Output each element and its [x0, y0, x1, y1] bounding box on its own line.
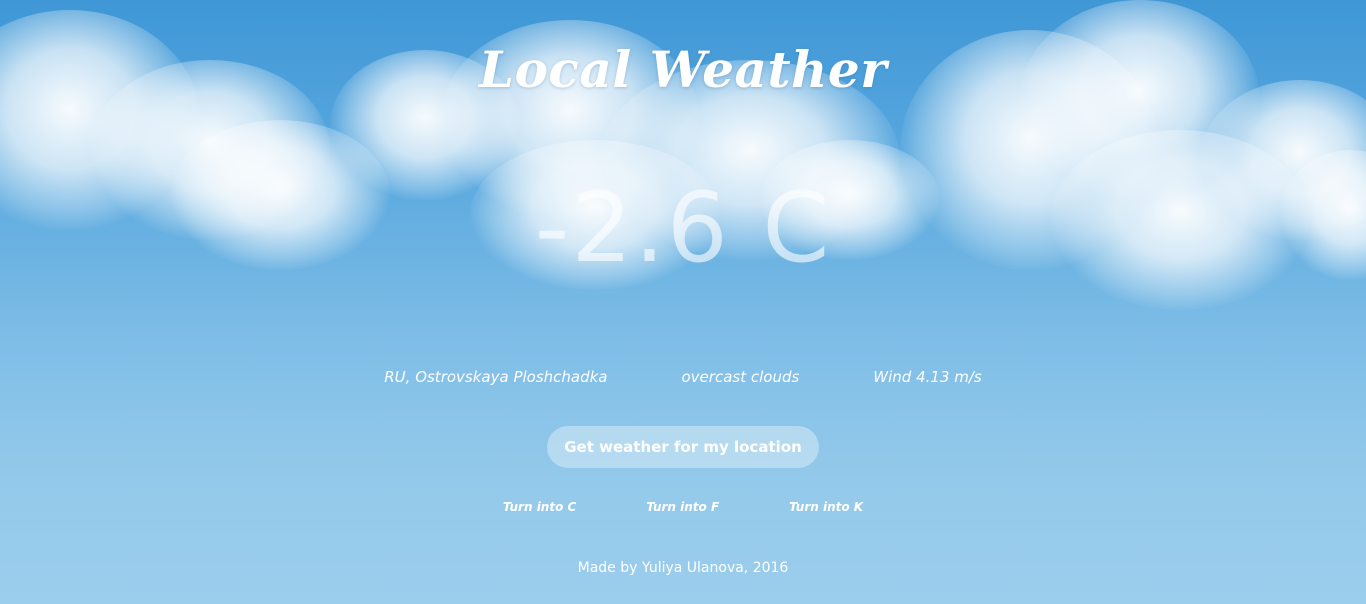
unit-toggle-row: Turn into C Turn into F Turn into K: [0, 500, 1366, 514]
footer-credit: Made by Yuliya Ulanova, 2016: [577, 560, 789, 576]
convert-fahrenheit-link[interactable]: Turn into F: [646, 500, 719, 514]
location-text: RU, Ostrovskaya Ploshchadka: [384, 368, 608, 386]
wind-text: Wind 4.13 m/s: [873, 368, 982, 386]
temperature-display: -2.6 C: [534, 172, 832, 284]
get-weather-button[interactable]: Get weather for my location: [547, 426, 819, 468]
description-text: overcast clouds: [681, 368, 800, 386]
page-title: Local Weather: [478, 40, 888, 99]
convert-celsius-link[interactable]: Turn into C: [503, 500, 576, 514]
convert-kelvin-link[interactable]: Turn into K: [789, 500, 863, 514]
weather-info-row: RU, Ostrovskaya Ploshchadka overcast clo…: [0, 368, 1366, 386]
